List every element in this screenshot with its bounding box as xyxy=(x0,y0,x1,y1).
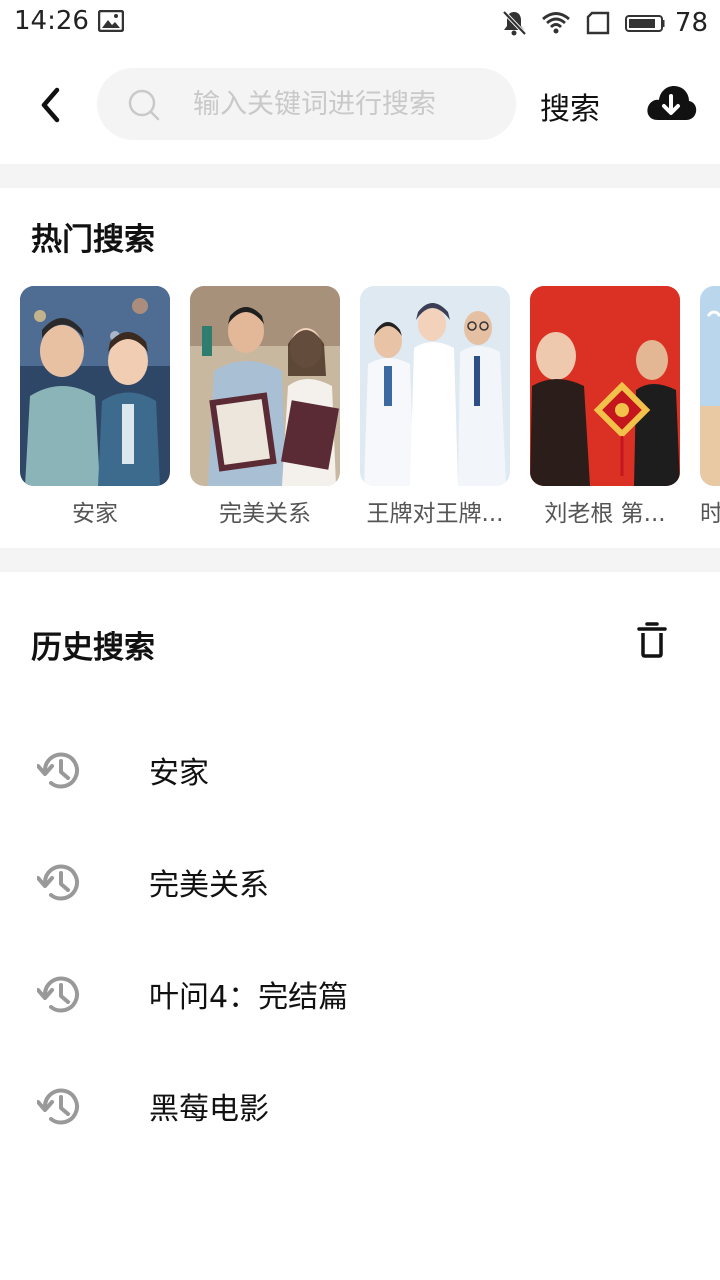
status-icons: 78 xyxy=(487,6,708,40)
history-item[interactable]: 安家 xyxy=(0,714,720,826)
hot-search-label: 完美关系 xyxy=(219,501,311,527)
battery-icon xyxy=(624,13,665,33)
hot-search-title: 热门搜索 xyxy=(31,222,155,258)
hot-search-list: 安家 完美关系 王牌对王牌... 刘老根 第... 时 xyxy=(0,286,720,536)
history-clock-icon xyxy=(36,748,83,794)
hot-search-item[interactable]: 王牌对王牌... xyxy=(360,286,510,528)
section-divider xyxy=(0,548,720,572)
hot-search-label: 安家 xyxy=(72,501,118,527)
history-item-label: 完美关系 xyxy=(149,868,269,903)
hot-search-label: 刘老根 第... xyxy=(544,501,666,527)
back-button[interactable] xyxy=(28,82,74,128)
hot-search-item[interactable]: 安家 xyxy=(20,286,170,528)
battery-level: 78 xyxy=(674,8,708,38)
hot-search-item[interactable]: 时 xyxy=(700,286,720,528)
history-item-label: 安家 xyxy=(149,756,209,791)
hot-search-label: 时 xyxy=(700,501,720,527)
bell-muted-icon xyxy=(501,9,527,37)
poster-image xyxy=(700,286,720,486)
search-input[interactable] xyxy=(193,68,493,140)
poster-image xyxy=(20,286,170,486)
cloud-download-icon[interactable] xyxy=(644,80,698,130)
hot-search-item[interactable]: 刘老根 第... xyxy=(530,286,680,528)
history-clock-icon xyxy=(36,860,83,906)
status-time: 14:26 xyxy=(14,6,89,36)
search-icon xyxy=(127,88,161,122)
wifi-icon xyxy=(541,11,571,35)
trash-icon[interactable] xyxy=(634,620,670,660)
search-box[interactable] xyxy=(97,68,516,140)
sim-icon xyxy=(585,11,611,35)
poster-image xyxy=(190,286,340,486)
status-bar: 14:26 78 xyxy=(0,0,720,46)
section-divider xyxy=(0,164,720,188)
poster-image xyxy=(530,286,680,486)
history-item-label: 叶问4：完结篇 xyxy=(149,980,349,1015)
history-item[interactable]: 叶问4：完结篇 xyxy=(0,938,720,1050)
search-button[interactable]: 搜索 xyxy=(540,84,600,128)
history-clock-icon xyxy=(36,972,83,1018)
history-item[interactable]: 完美关系 xyxy=(0,826,720,938)
search-header: 搜索 xyxy=(0,60,720,152)
history-item-label: 黑莓电影 xyxy=(149,1092,269,1127)
hot-search-label: 王牌对王牌... xyxy=(366,501,504,527)
history-title: 历史搜索 xyxy=(31,630,155,666)
history-list: 安家 完美关系 叶问4：完结篇 黑莓电影 xyxy=(0,714,720,1162)
image-icon xyxy=(97,9,125,33)
poster-image xyxy=(360,286,510,486)
history-item[interactable]: 黑莓电影 xyxy=(0,1050,720,1162)
back-arrow-icon xyxy=(41,87,60,123)
hot-search-item[interactable]: 完美关系 xyxy=(190,286,340,528)
history-clock-icon xyxy=(36,1084,83,1130)
